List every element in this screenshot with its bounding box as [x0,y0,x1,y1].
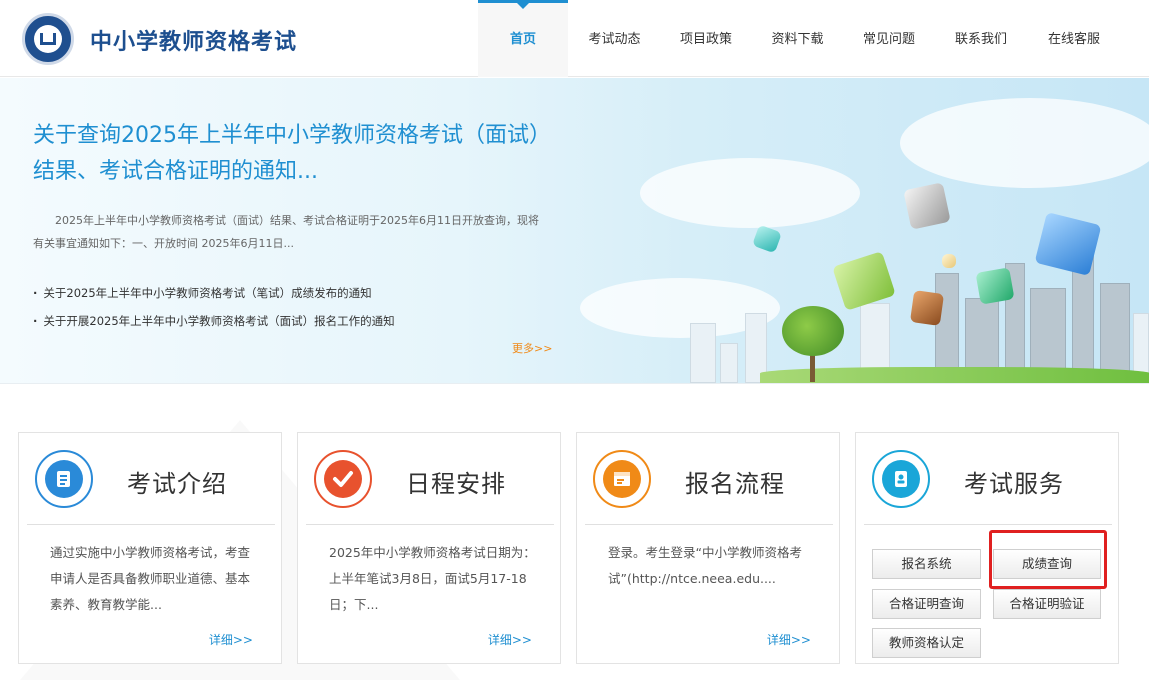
site-title[interactable]: 中小学教师资格考试 [90,24,297,56]
registration-form-icon [593,450,651,508]
news-item[interactable]: 关于开展2025年上半年中小学教师资格考试（面试）报名工作的通知 [33,307,394,335]
headline-summary: 2025年上半年中小学教师资格考试（面试）结果、考试合格证明于2025年6月11… [33,214,539,250]
card-header: 考试介绍 [27,433,275,525]
card-title[interactable]: 日程安排 [406,464,506,499]
card-detail-link[interactable]: 详细>> [488,631,532,648]
main-nav: 首页 考试动态 项目政策 资料下载 常见问题 联系我们 在线客服 [478,0,1120,77]
card-header: 日程安排 [306,433,554,525]
tiny-cube-icon [942,254,956,268]
certificate-query-button[interactable]: 合格证明查询 [872,589,981,619]
news-list: 关于2025年上半年中小学教师资格考试（笔试）成绩发布的通知 关于开展2025年… [33,279,395,335]
building-decoration [690,323,716,383]
nav-item-exam-news[interactable]: 考试动态 [568,0,661,77]
card-title[interactable]: 考试服务 [964,464,1064,499]
grass-decoration [760,367,1149,383]
logo-book-icon [40,33,56,45]
news-banner: 关于查询2025年上半年中小学教师资格考试（面试）结果、考试合格证明的通知...… [0,78,1149,384]
card-registration-process: 报名流程 登录。考生登录“中小学教师资格考试”(http://ntce.neea… [576,432,840,664]
green-cube-icon [832,251,896,311]
site-header: 中小学教师资格考试 首页 考试动态 项目政策 资料下载 常见问题 联系我们 在线… [0,0,1149,77]
clock-cube-icon [975,267,1015,305]
card-title[interactable]: 考试介绍 [127,464,227,499]
score-query-highlight [989,530,1107,589]
nav-item-online-service[interactable]: 在线客服 [1028,0,1120,77]
piano-cube-icon [903,182,951,230]
exam-services-icon [872,450,930,508]
registration-system-button[interactable]: 报名系统 [872,549,981,579]
card-exam-intro: 考试介绍 通过实施中小学教师资格考试，考查申请人是否具备教师职业道德、基本素养、… [18,432,282,664]
card-text: 2025年中小学教师资格考试日期为：上半年笔试3月8日，面试5月17-18日；下… [329,545,536,612]
card-header: 考试服务 [864,433,1112,525]
nav-item-home[interactable]: 首页 [478,0,568,77]
building-decoration [720,343,738,383]
card-text: 登录。考生登录“中小学教师资格考试”(http://ntce.neea.edu.… [608,545,802,586]
nav-item-contact[interactable]: 联系我们 [934,0,1028,77]
card-text: 通过实施中小学教师资格考试，考查申请人是否具备教师职业道德、基本素养、教育教学能… [50,545,251,612]
nav-item-policy[interactable]: 项目政策 [661,0,751,77]
card-detail-link[interactable]: 详细>> [209,631,253,648]
headline-link[interactable]: 关于查询2025年上半年中小学教师资格考试（面试）结果、考试合格证明的通知... [33,118,543,190]
card-title[interactable]: 报名流程 [685,464,785,499]
exam-intro-icon [35,450,93,508]
more-news-link[interactable]: 更多>> [512,340,552,356]
news-item[interactable]: 关于2025年上半年中小学教师资格考试（笔试）成绩发布的通知 [33,279,395,307]
schedule-check-icon [314,450,372,508]
nav-item-faq[interactable]: 常见问题 [844,0,934,77]
small-cube-icon [751,224,783,254]
cloud-decoration [900,98,1149,188]
nav-item-downloads[interactable]: 资料下载 [751,0,844,77]
card-schedule: 日程安排 2025年中小学教师资格考试日期为：上半年笔试3月8日，面试5月17-… [297,432,561,664]
site-logo-icon[interactable] [22,13,74,65]
card-header: 报名流程 [585,433,833,525]
certificate-verify-button[interactable]: 合格证明验证 [993,589,1101,619]
card-detail-link[interactable]: 详细>> [767,631,811,648]
cloud-decoration [640,158,860,228]
tree-decoration [782,306,844,356]
book-cube-icon [909,290,945,326]
teacher-qualification-button[interactable]: 教师资格认定 [872,628,981,658]
